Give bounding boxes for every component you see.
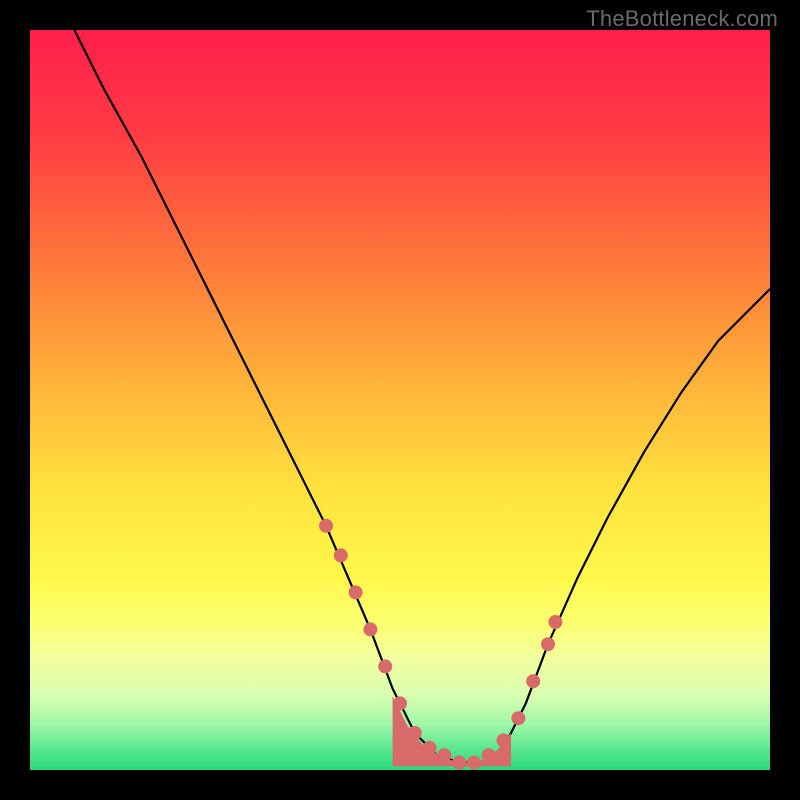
- highlight-markers: [319, 519, 562, 770]
- highlight-point: [497, 733, 511, 747]
- highlight-point: [548, 615, 562, 629]
- highlight-point: [511, 711, 525, 725]
- highlight-point: [319, 519, 333, 533]
- highlight-point: [334, 548, 348, 562]
- chart-frame: TheBottleneck.com: [0, 0, 800, 800]
- highlight-point: [349, 585, 363, 599]
- highlight-point: [482, 748, 496, 762]
- highlight-point: [408, 726, 422, 740]
- plot-area: [30, 30, 770, 770]
- highlight-point: [526, 674, 540, 688]
- highlight-point: [378, 659, 392, 673]
- bottleneck-curve: [74, 30, 770, 763]
- highlight-point: [363, 622, 377, 636]
- highlight-point: [452, 756, 466, 770]
- highlight-point: [393, 696, 407, 710]
- highlight-point: [467, 756, 481, 770]
- highlight-point: [437, 748, 451, 762]
- curve-svg: [30, 30, 770, 770]
- highlight-point: [423, 741, 437, 755]
- highlight-point: [541, 637, 555, 651]
- watermark-label: TheBottleneck.com: [586, 6, 778, 32]
